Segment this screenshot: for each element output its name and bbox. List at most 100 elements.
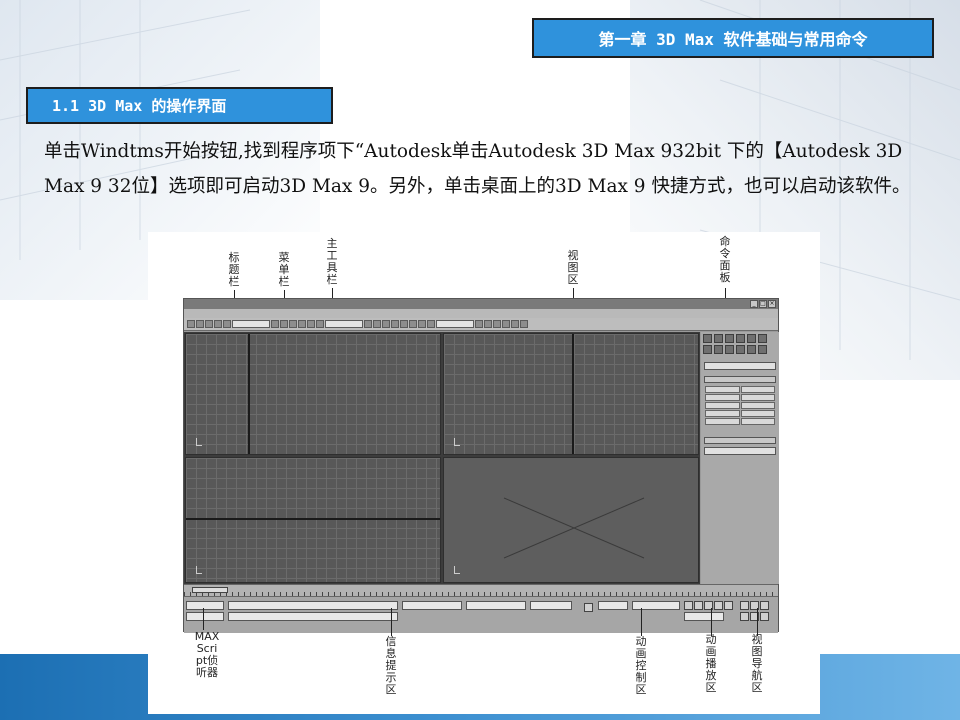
utilities-tab-icon[interactable]	[758, 334, 767, 343]
auto-key-button[interactable]	[584, 603, 593, 612]
callout-line	[641, 608, 642, 636]
axis-icon	[196, 566, 202, 574]
object-type-button[interactable]	[740, 394, 775, 401]
cameras-icon[interactable]	[736, 345, 745, 354]
toolbar-button-icon[interactable]	[280, 320, 288, 328]
go-to-end-icon[interactable]	[724, 601, 733, 610]
toolbar-dropdown[interactable]	[325, 320, 363, 328]
toolbar-button-icon[interactable]	[520, 320, 528, 328]
next-frame-icon[interactable]	[714, 601, 723, 610]
x-coordinate-field[interactable]	[402, 601, 462, 610]
toolbar-button-icon[interactable]	[409, 320, 417, 328]
axis-icon	[196, 438, 202, 446]
hierarchy-tab-icon[interactable]	[725, 334, 734, 343]
go-to-start-icon[interactable]	[684, 601, 693, 610]
object-type-button[interactable]	[705, 394, 740, 401]
body-paragraph: 单击Windtms开始按钮,找到程序项下“Autodesk单击Autodesk …	[44, 141, 911, 197]
set-key-field[interactable]	[598, 601, 628, 610]
toolbar-button-icon[interactable]	[418, 320, 426, 328]
object-type-button[interactable]	[740, 418, 775, 425]
app-main-toolbar	[184, 318, 778, 331]
callout-line	[757, 608, 758, 636]
toolbar-button-icon[interactable]	[427, 320, 435, 328]
chapter-title: 第一章 3D Max 软件基础与常用命令	[532, 18, 934, 58]
object-type-button[interactable]	[740, 402, 775, 409]
object-name-field[interactable]	[704, 447, 776, 455]
lights-icon[interactable]	[725, 345, 734, 354]
viewport-area	[184, 332, 700, 584]
toolbar-dropdown[interactable]	[232, 320, 270, 328]
toolbar-button-icon[interactable]	[400, 320, 408, 328]
callout-line	[711, 608, 712, 636]
minimize-icon[interactable]: _	[750, 300, 758, 308]
toolbar-button-icon[interactable]	[493, 320, 501, 328]
zoom-extents-icon[interactable]	[760, 601, 769, 610]
toolbar-button-icon[interactable]	[307, 320, 315, 328]
viewport-top[interactable]	[185, 333, 441, 455]
toolbar-button-icon[interactable]	[196, 320, 204, 328]
callout-animation-control: 动画控制区	[635, 635, 647, 696]
z-coordinate-field[interactable]	[530, 601, 572, 610]
object-type-button[interactable]	[740, 386, 775, 393]
section-title: 1.1 3D Max 的操作界面	[26, 87, 333, 124]
toolbar-button-icon[interactable]	[364, 320, 372, 328]
callout-maxscript-listener: MAXScript侦听器	[194, 630, 220, 679]
modify-tab-icon[interactable]	[714, 334, 723, 343]
viewport-perspective[interactable]	[443, 457, 699, 583]
toolbar-button-icon[interactable]	[271, 320, 279, 328]
3dsmax-window: _ □ ×	[183, 298, 779, 633]
close-icon[interactable]: ×	[768, 300, 776, 308]
callout-info-prompt: 信息提示区	[385, 635, 397, 696]
maximize-icon[interactable]: □	[759, 300, 767, 308]
toolbar-button-icon[interactable]	[502, 320, 510, 328]
toolbar-button-icon[interactable]	[289, 320, 297, 328]
object-type-button[interactable]	[705, 402, 740, 409]
object-type-button[interactable]	[705, 386, 740, 393]
object-type-button[interactable]	[740, 410, 775, 417]
toolbar-button-icon[interactable]	[298, 320, 306, 328]
motion-tab-icon[interactable]	[736, 334, 745, 343]
toolbar-button-icon[interactable]	[391, 320, 399, 328]
3dsmax-interface-figure: 标题栏 菜单栏 主工具栏 视图区 命令面板 _ □ × MAXScript侦听器…	[148, 232, 820, 714]
maxscript-listener-field[interactable]	[186, 601, 224, 610]
previous-frame-icon[interactable]	[694, 601, 703, 610]
y-coordinate-field[interactable]	[466, 601, 526, 610]
toolbar-dropdown[interactable]	[436, 320, 474, 328]
arc-rotate-icon[interactable]	[760, 612, 769, 621]
toolbar-button-icon[interactable]	[205, 320, 213, 328]
toolbar-button-icon[interactable]	[382, 320, 390, 328]
callout-viewport-area: 视图区	[567, 249, 579, 286]
helpers-icon[interactable]	[747, 345, 756, 354]
viewport-front[interactable]	[443, 333, 699, 455]
zoom-icon[interactable]	[740, 601, 749, 610]
toolbar-button-icon[interactable]	[187, 320, 195, 328]
key-filter-dropdown[interactable]	[632, 601, 680, 610]
maxscript-listener-field[interactable]	[186, 612, 224, 621]
spacewarps-icon[interactable]	[758, 345, 767, 354]
object-type-button[interactable]	[705, 410, 740, 417]
create-tab-icon[interactable]	[703, 334, 712, 343]
toolbar-button-icon[interactable]	[484, 320, 492, 328]
viewport-grid-line	[248, 334, 250, 454]
object-type-button[interactable]	[705, 418, 740, 425]
geometry-icon[interactable]	[703, 345, 712, 354]
callout-line	[391, 608, 392, 636]
toolbar-button-icon[interactable]	[475, 320, 483, 328]
current-frame-field[interactable]	[684, 612, 724, 621]
display-tab-icon[interactable]	[747, 334, 756, 343]
field-of-view-icon[interactable]	[740, 612, 749, 621]
toolbar-button-icon[interactable]	[511, 320, 519, 328]
object-type-buttons	[705, 386, 775, 425]
toolbar-button-icon[interactable]	[223, 320, 231, 328]
name-color-rollout[interactable]	[704, 437, 776, 444]
status-line	[228, 601, 398, 610]
toolbar-button-icon[interactable]	[214, 320, 222, 328]
shapes-icon[interactable]	[714, 345, 723, 354]
status-bar	[184, 597, 778, 633]
object-category-dropdown[interactable]	[704, 362, 776, 370]
toolbar-button-icon[interactable]	[316, 320, 324, 328]
viewport-left[interactable]	[185, 457, 441, 583]
prompt-line	[228, 612, 398, 621]
object-type-rollout[interactable]	[704, 376, 776, 383]
toolbar-button-icon[interactable]	[373, 320, 381, 328]
